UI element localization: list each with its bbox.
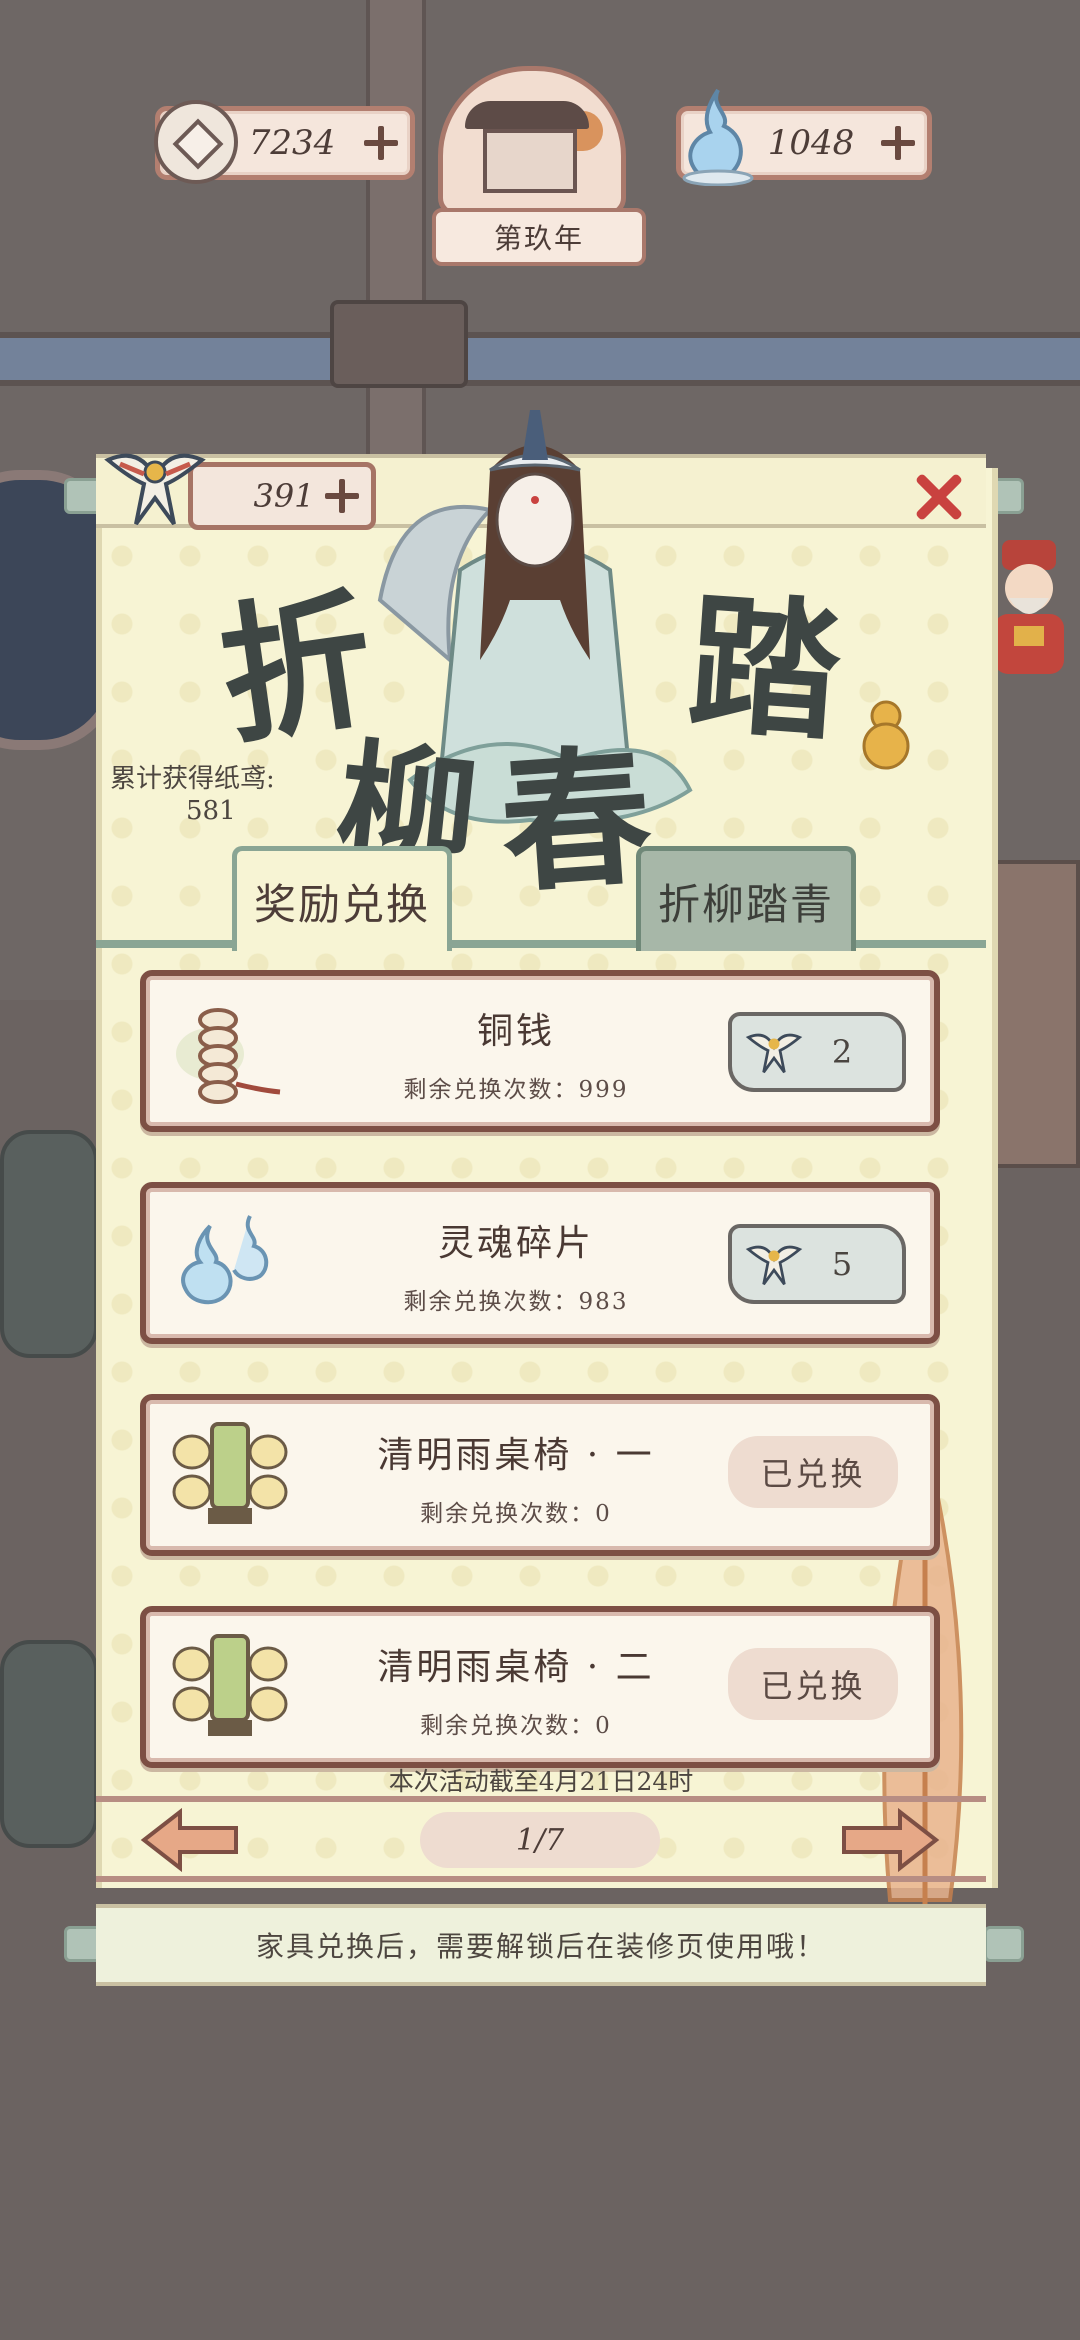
total-kites-value: 581 (186, 796, 236, 826)
pager-divider (96, 1796, 986, 1802)
swallow-kite-icon (745, 1245, 803, 1286)
kite-counter[interactable]: 391 (188, 462, 376, 530)
redeemed-badge: 已兑换 (728, 1648, 898, 1720)
soul-flame-icon (682, 88, 754, 186)
gourd-charm-icon (862, 700, 910, 770)
table-chairs-icon (172, 1422, 288, 1524)
exchange-button[interactable]: 5 (728, 1224, 906, 1304)
reward-remaining: 剩余兑换次数：983 (403, 1289, 629, 1315)
table-chairs-icon (172, 1634, 288, 1736)
soul-fragment-icon (181, 1215, 269, 1305)
reward-card-table-set-2: 清明雨桌椅 · 二 剩余兑换次数：0 已兑换 (140, 1606, 940, 1768)
close-icon[interactable] (910, 468, 968, 526)
add-coins-icon[interactable] (364, 126, 398, 160)
reward-name: 清明雨桌椅 · 一 (377, 1435, 655, 1476)
kite-value: 391 (253, 477, 315, 515)
reward-card-coins: 铜钱 剩余兑换次数：999 2 (140, 970, 940, 1132)
add-kites-icon[interactable] (325, 479, 359, 513)
event-deadline: 本次活动截至4月21日24时 (388, 1767, 694, 1796)
panel-bottom-border (96, 1876, 986, 1882)
reward-remaining: 剩余兑换次数：999 (403, 1077, 629, 1103)
title-char: 春 (494, 727, 657, 914)
exchange-button[interactable]: 2 (728, 1012, 906, 1092)
title-char: 踏 (683, 575, 846, 762)
swallow-kite-icon (745, 1033, 803, 1074)
page-indicator: 1/7 (420, 1812, 660, 1868)
ceiling-beam (0, 332, 1080, 386)
swallow-kite-icon (104, 453, 206, 526)
reward-name: 清明雨桌椅 · 二 (377, 1647, 655, 1688)
house-body-icon (483, 129, 577, 193)
redeemed-badge: 已兑换 (728, 1436, 898, 1508)
stone-seat (0, 1640, 98, 1848)
tab-reward-exchange[interactable]: 奖励兑换 (232, 846, 452, 951)
next-page-arrow-icon[interactable] (840, 1808, 940, 1872)
stone-seat (0, 1130, 98, 1358)
reward-remaining: 剩余兑换次数：0 (420, 1501, 612, 1527)
add-souls-icon[interactable] (881, 126, 915, 160)
reward-card-table-set-1: 清明雨桌椅 · 一 剩余兑换次数：0 已兑换 (140, 1394, 940, 1556)
reward-name: 灵魂碎片 (437, 1223, 594, 1264)
scroll-rod-right (984, 1926, 1024, 1962)
year-label: 第玖年 (432, 208, 646, 266)
tab-outing[interactable]: 折柳踏青 (636, 846, 856, 951)
total-kites-label: 累计获得纸鸢: (110, 764, 275, 794)
reward-name: 铜钱 (476, 1011, 555, 1052)
coin-string-icon (176, 1008, 281, 1104)
reward-list: 铜钱 剩余兑换次数：999 2 灵魂碎片 剩余兑换次数：983 5 清明雨桌椅 … (140, 970, 940, 1818)
house-roof-icon (465, 101, 589, 129)
beam-ornament (330, 300, 468, 388)
furniture-hint: 家具兑换后，需要解锁后在装修页使用哦！ (96, 1904, 986, 1986)
copper-coin-icon (154, 100, 238, 184)
reward-card-soul-fragment: 灵魂碎片 剩余兑换次数：983 5 (140, 1182, 940, 1344)
reward-remaining: 剩余兑换次数：0 (420, 1713, 612, 1739)
previous-page-arrow-icon[interactable] (140, 1808, 240, 1872)
